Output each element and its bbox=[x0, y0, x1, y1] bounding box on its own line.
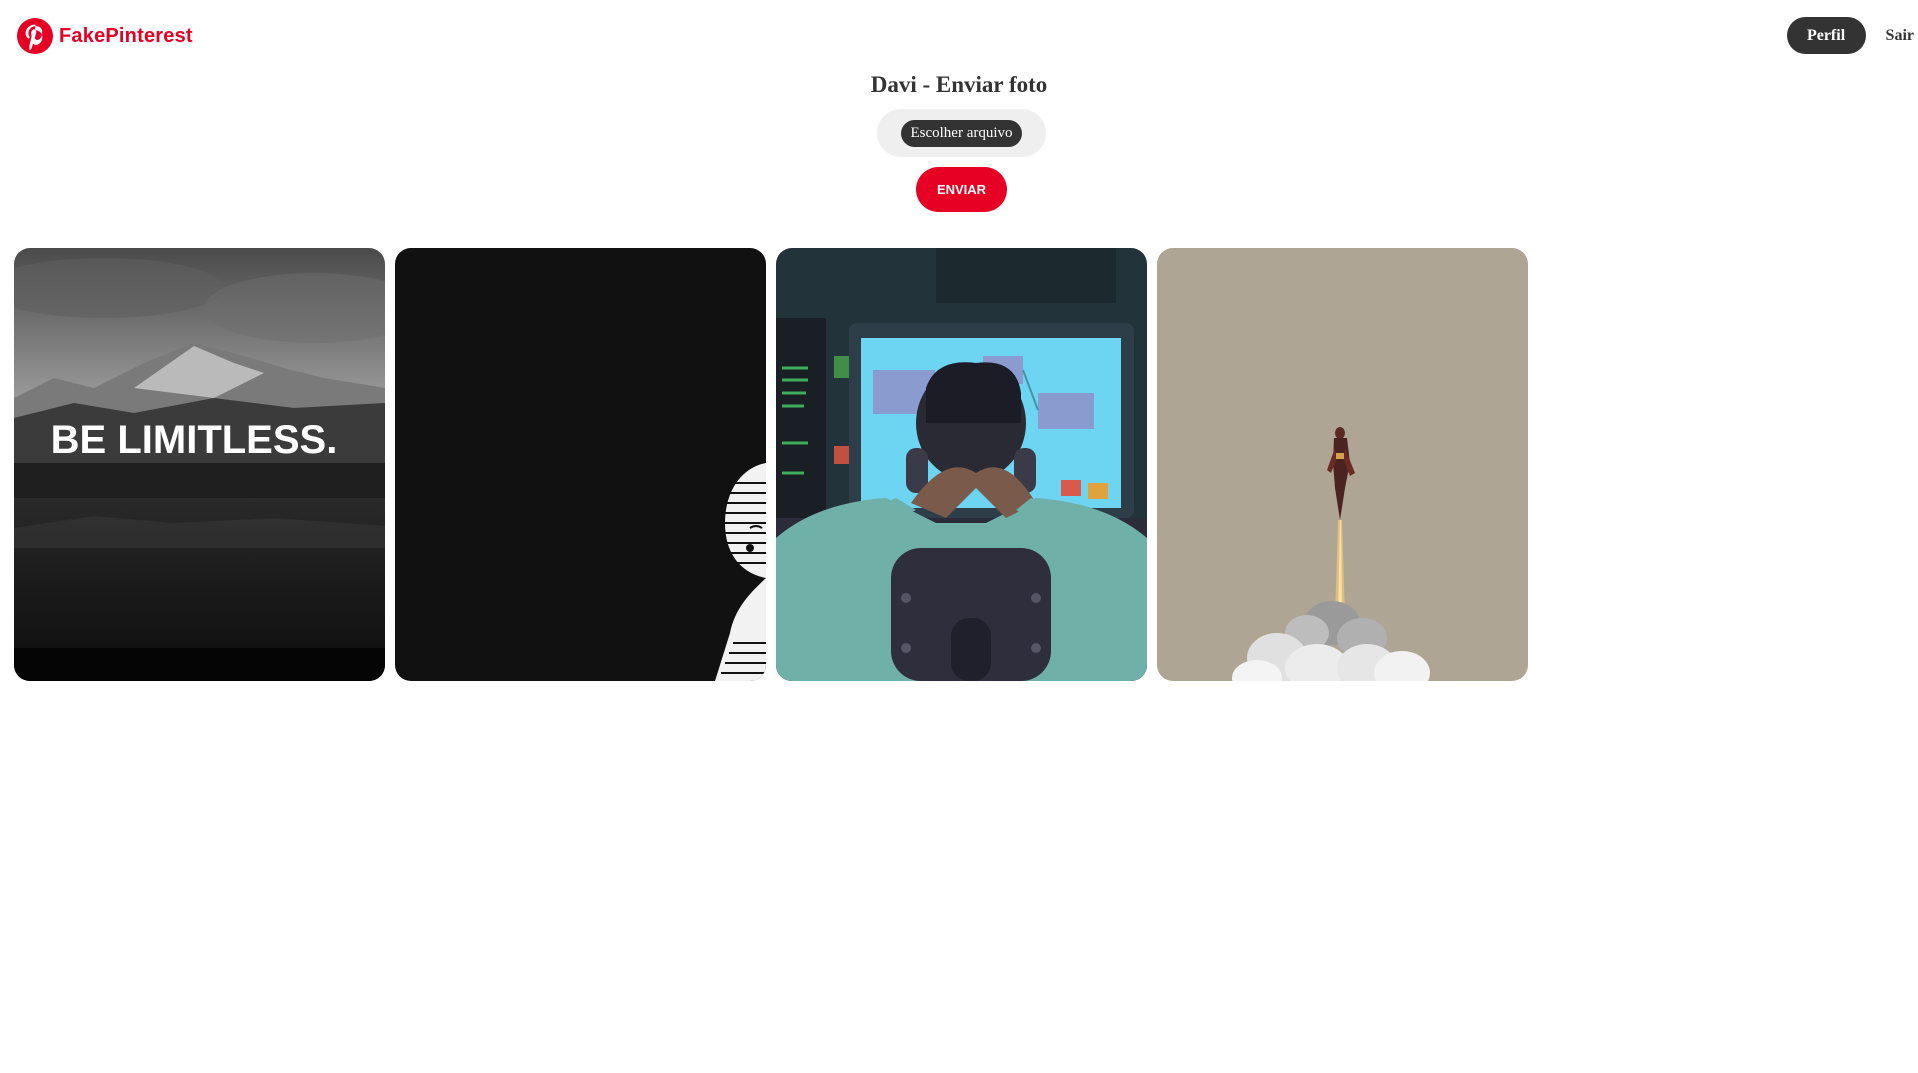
gallery-image-rocket-flying-man[interactable] bbox=[1157, 248, 1528, 681]
gallery-image-programmer-at-computer[interactable] bbox=[776, 248, 1147, 681]
navbar: FakePinterest Perfil Sair bbox=[0, 0, 1918, 72]
file-input[interactable]: Escolher arquivo bbox=[877, 109, 1046, 157]
send-button[interactable]: ENVIAR bbox=[916, 167, 1007, 212]
brand-link[interactable]: FakePinterest bbox=[17, 18, 193, 54]
logout-link[interactable]: Sair bbox=[1886, 27, 1914, 45]
brand-name: FakePinterest bbox=[59, 24, 193, 47]
profile-button[interactable]: Perfil bbox=[1786, 17, 1866, 54]
page-title: Davi - Enviar foto bbox=[870, 72, 1048, 97]
pinterest-logo-icon bbox=[17, 18, 53, 54]
photo-gallery: BE LIMITLESS. bbox=[14, 248, 1528, 681]
nav-actions: Perfil Sair bbox=[1786, 17, 1918, 54]
gallery-image-dark-anime-peek[interactable] bbox=[395, 248, 766, 681]
be-limitless-caption: BE LIMITLESS. bbox=[51, 418, 338, 462]
choose-file-button[interactable]: Escolher arquivo bbox=[901, 119, 1022, 147]
gallery-image-be-limitless[interactable]: BE LIMITLESS. bbox=[14, 248, 385, 681]
